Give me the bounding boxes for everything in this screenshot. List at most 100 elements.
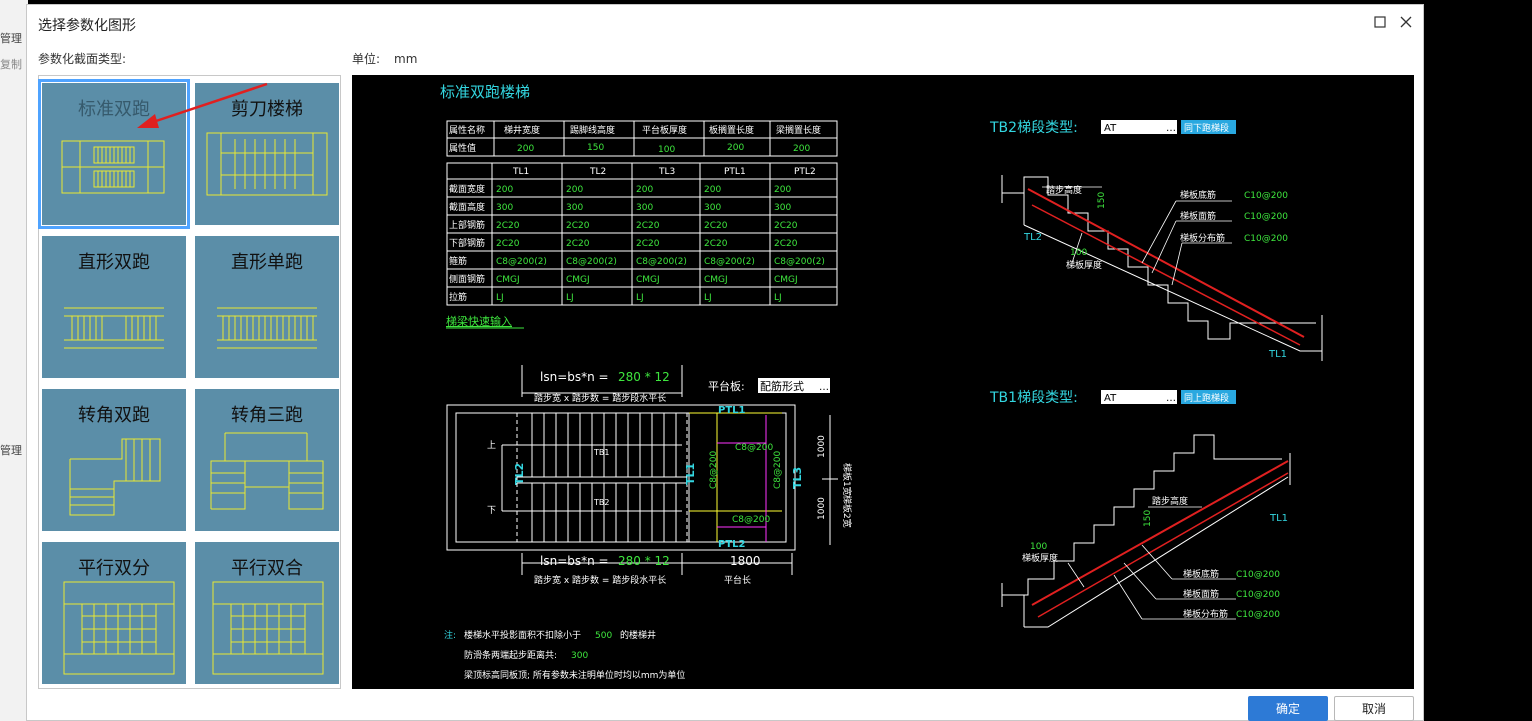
tile-straight-single-run[interactable]: 直形单跑 [195, 236, 339, 378]
prop-value[interactable]: 150 [587, 143, 604, 153]
lsn-top-formula: lsn=bs*n = [540, 370, 609, 384]
lsn-bottom-note: 踏步宽 x 踏步数 = 踏步段水平长 [534, 574, 666, 586]
beam-cell[interactable]: CMGJ [704, 275, 728, 285]
tb1-more-icon[interactable]: … [1166, 393, 1176, 404]
beam-cell[interactable]: 200 [566, 185, 583, 195]
bg-label-manage: 管理 [0, 32, 22, 45]
note-line2-value: 300 [571, 651, 588, 661]
beam-cell[interactable]: 2C20 [704, 221, 728, 231]
tile-corner-triple-run[interactable]: 转角三跑 [195, 389, 339, 531]
beam-row-label: 下部钢筋 [449, 237, 485, 249]
beam-cell[interactable]: 2C20 [496, 239, 520, 249]
tb2-dist-rebar-value[interactable]: C10@200 [1244, 234, 1288, 244]
close-icon[interactable] [1395, 11, 1417, 33]
tb2-thickness-value: 100 [1070, 248, 1087, 258]
platform-value[interactable]: 配筋形式 [760, 379, 804, 393]
tb2-type-value[interactable]: AT [1104, 123, 1117, 134]
beam-cell[interactable]: 200 [774, 185, 791, 195]
tb2-bottom-rebar-label: 梯板底筋 [1180, 189, 1216, 201]
tb1-type-label: TB1梯段类型: [989, 390, 1078, 406]
background-dark-area [1424, 0, 1532, 721]
beam-cell[interactable]: 300 [704, 203, 721, 213]
beam-cell[interactable]: C8@200(2) [566, 257, 617, 267]
tb1-same-button[interactable]: 同上跑梯段 [1184, 392, 1229, 404]
tb1-thickness-value: 100 [1030, 542, 1047, 552]
width1-value[interactable]: 1000 [817, 435, 827, 458]
beam-cell[interactable]: CMGJ [496, 275, 520, 285]
tile-parallel-merge[interactable]: 平行双合 [195, 542, 339, 684]
preview-title: 标准双跑楼梯 [440, 83, 530, 101]
note-line2: 防滑条两端起步距离共: [464, 649, 557, 661]
tile-corner-double-run[interactable]: 转角双跑 [42, 389, 186, 531]
lsn-top-value[interactable]: 280 * 12 [618, 370, 670, 384]
tb2-face-rebar-value[interactable]: C10@200 [1244, 212, 1288, 222]
tb2-section-drawing [1001, 175, 1323, 361]
beam-cell[interactable]: 300 [496, 203, 513, 213]
beam-cell[interactable]: LJ [636, 293, 644, 303]
tb2-more-icon[interactable]: … [1166, 123, 1176, 134]
prop-value[interactable]: 200 [517, 144, 534, 154]
tb1-face-rebar-value[interactable]: C10@200 [1236, 590, 1280, 600]
lsn-bottom-value[interactable]: 280 * 12 [618, 554, 670, 568]
tb1-type-value[interactable]: AT [1104, 393, 1117, 404]
tl2-label: TL2 [513, 463, 526, 485]
beam-cell[interactable]: 300 [636, 203, 653, 213]
prop-value[interactable]: 200 [727, 143, 744, 153]
tb1-dist-rebar-value[interactable]: C10@200 [1236, 610, 1280, 620]
tile-straight-double-run[interactable]: 直形双跑 [42, 236, 186, 378]
platform-label: 平台板: [708, 379, 745, 393]
beam-cell[interactable]: LJ [566, 293, 574, 303]
prop-value[interactable]: 100 [658, 145, 675, 155]
width2-value[interactable]: 1000 [817, 497, 827, 520]
tb1-step-height-label: 踏步高度 [1152, 495, 1188, 507]
prop-row-label: 属性值 [449, 142, 476, 154]
beam-cell[interactable]: 300 [566, 203, 583, 213]
tb2-same-button[interactable]: 同下跑梯段 [1184, 122, 1229, 134]
cancel-button[interactable]: 取消 [1334, 696, 1414, 721]
maximize-icon[interactable] [1369, 11, 1391, 33]
corner-double-run-icon [69, 438, 161, 516]
beam-cell[interactable]: 2C20 [566, 221, 590, 231]
tb2-type-label: TB2梯段类型: [989, 120, 1078, 136]
tb1-bottom-rebar-value[interactable]: C10@200 [1236, 570, 1280, 580]
prop-value[interactable]: 200 [793, 144, 810, 154]
beam-row-label: 拉筋 [449, 291, 467, 303]
beam-cell[interactable]: 2C20 [636, 221, 660, 231]
rebar-c8-label: C8@200 [735, 443, 773, 453]
beam-cell[interactable]: 2C20 [774, 221, 798, 231]
beam-cell[interactable]: LJ [774, 293, 782, 303]
beam-cell[interactable]: 2C20 [636, 239, 660, 249]
beam-cell[interactable]: CMGJ [774, 275, 798, 285]
tb1-face-rebar-label: 梯板面筋 [1183, 588, 1219, 600]
beam-cell[interactable]: 200 [636, 185, 653, 195]
beam-cell[interactable]: C8@200(2) [496, 257, 547, 267]
beam-cell[interactable]: LJ [496, 293, 504, 303]
tb1-dist-rebar-label: 梯板分布筋 [1183, 608, 1228, 620]
beam-cell[interactable]: 2C20 [774, 239, 798, 249]
section-type-label: 参数化截面类型: [38, 52, 127, 66]
beam-cell[interactable]: 200 [496, 185, 513, 195]
ok-button[interactable]: 确定 [1248, 696, 1328, 721]
beam-cell[interactable]: 2C20 [566, 239, 590, 249]
tile-parallel-split[interactable]: 平行双分 [42, 542, 186, 684]
beam-row-label: 截面高度 [449, 201, 485, 213]
tb2-bottom-rebar-value[interactable]: C10@200 [1244, 191, 1288, 201]
beam-cell[interactable]: LJ [704, 293, 712, 303]
beam-cell[interactable]: C8@200(2) [704, 257, 755, 267]
corner-triple-run-icon [210, 432, 324, 510]
beam-cell[interactable]: 2C20 [704, 239, 728, 249]
beam-cell[interactable]: 2C20 [496, 221, 520, 231]
quick-input-link[interactable]: 梯梁快速输入 [446, 314, 512, 328]
beam-cell[interactable]: 200 [704, 185, 721, 195]
beam-cell[interactable]: C8@200(2) [774, 257, 825, 267]
beam-col-header: TL1 [512, 167, 529, 177]
lsn-top-note: 踏步宽 x 踏步数 = 踏步段水平长 [534, 392, 666, 404]
beam-cell[interactable]: CMGJ [566, 275, 590, 285]
beam-cell[interactable]: CMGJ [636, 275, 660, 285]
down-label: 下 [487, 506, 496, 516]
tb2-tl1-label: TL1 [1268, 349, 1287, 360]
beam-cell[interactable]: C8@200(2) [636, 257, 687, 267]
platform-more-icon[interactable]: … [819, 382, 829, 393]
beam-cell[interactable]: 300 [774, 203, 791, 213]
platform-length-value[interactable]: 1800 [730, 554, 761, 568]
